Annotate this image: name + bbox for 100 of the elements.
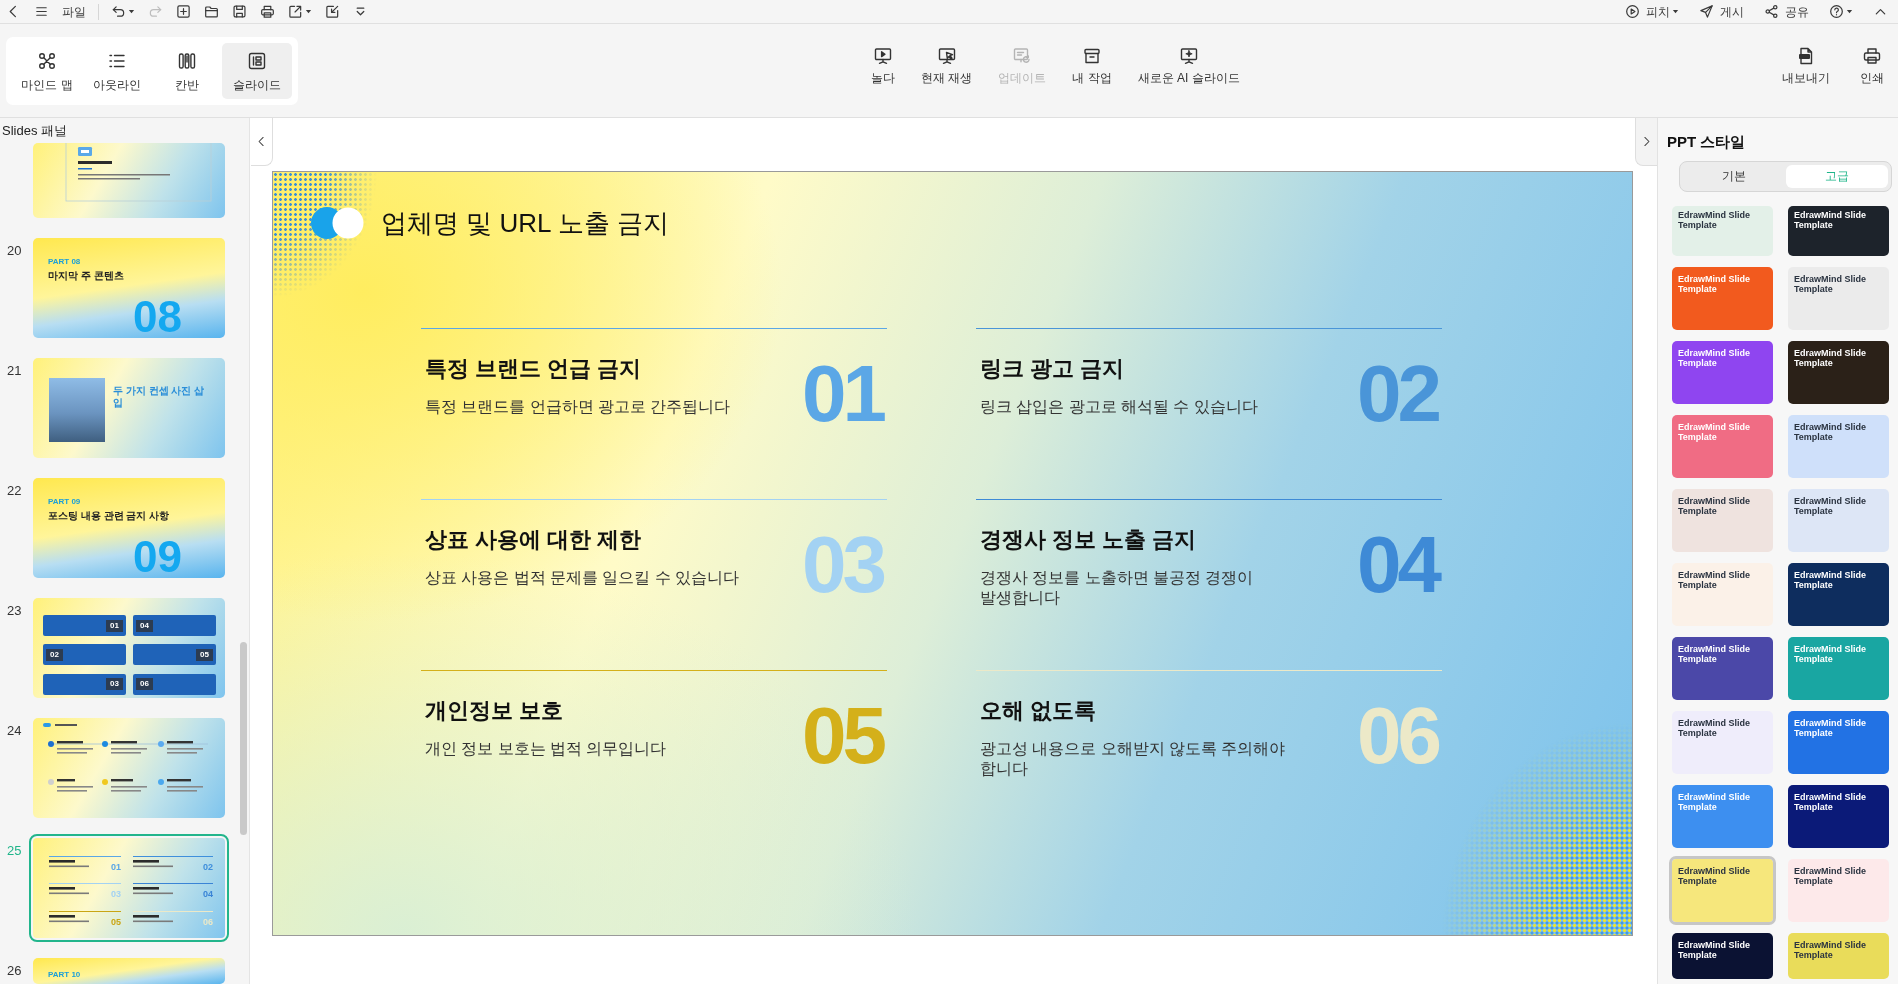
- template-title: EdrawMind Slide Template: [1794, 348, 1867, 368]
- template-thumbnail[interactable]: EdrawMind Slide Template: [1672, 341, 1773, 404]
- item-description: 상표 사용은 법적 문제를 일으킬 수 있습니다: [425, 568, 739, 588]
- template-thumbnail[interactable]: EdrawMind Slide Template: [1788, 489, 1889, 552]
- template-thumbnail[interactable]: EdrawMind Slide Template: [1788, 711, 1889, 774]
- caret-down-icon: [305, 8, 312, 15]
- slide-thumbnail[interactable]: [33, 143, 225, 218]
- item-number: 03: [802, 525, 885, 605]
- template-thumbnail[interactable]: EdrawMind Slide Template: [1788, 785, 1889, 848]
- template-thumbnail[interactable]: EdrawMind Slide Template: [1672, 637, 1773, 700]
- presentation-refresh-icon: [1012, 46, 1033, 66]
- toolbar-button[interactable]: 현재 재생: [915, 44, 979, 87]
- thumbnail-number: 05: [111, 916, 121, 928]
- scrollbar-thumb[interactable]: [240, 642, 247, 835]
- kanban-icon: [177, 51, 197, 71]
- slide-number: 24: [7, 722, 23, 740]
- template-thumbnail[interactable]: EdrawMind Slide Template: [1788, 563, 1889, 626]
- export-button[interactable]: 내보내기: [1776, 44, 1836, 87]
- thumbnail-label: PART 09: [48, 497, 82, 507]
- presentation-cursor-icon: [936, 46, 957, 66]
- save-icon: [232, 4, 247, 19]
- share-button[interactable]: 공유: [1758, 0, 1815, 23]
- export-icon: [288, 4, 303, 19]
- pitch-button[interactable]: 피치: [1619, 0, 1685, 23]
- item-title: 링크 광고 금지: [980, 355, 1126, 383]
- slide-title: 업체명 및 URL 노출 금지: [381, 207, 669, 239]
- item-description: 광고성 내용으로 오해받지 않도록 주의해야 합니다: [980, 739, 1287, 779]
- item-title: 오해 없도록: [980, 697, 1098, 725]
- item-number: 04: [1357, 525, 1441, 605]
- thumbnail-number: 03: [111, 889, 121, 901]
- toolbar-button[interactable]: 새로운 AI 슬라이드: [1131, 44, 1246, 87]
- thumbnail-title: 두 가지 컨셉 사진 삽입: [113, 385, 206, 410]
- toolbar-button[interactable]: 내 작업: [1066, 44, 1118, 87]
- folder-icon: [204, 4, 219, 19]
- thumbnail-number: 08: [133, 295, 183, 338]
- share-icon: [1764, 4, 1779, 19]
- redo-icon: [148, 4, 163, 19]
- slide-number: 25: [7, 842, 23, 860]
- thumbnail-number: 02: [46, 648, 63, 661]
- text-lines-drawing: [133, 914, 173, 924]
- archive-box-icon: [1082, 46, 1102, 66]
- thumbnail-number: 04: [136, 619, 153, 632]
- slide-thumbnail[interactable]: [33, 718, 225, 818]
- thumbnail-number: 02: [203, 862, 213, 873]
- template-title: EdrawMind Slide Template: [1678, 718, 1751, 738]
- template-thumbnail[interactable]: EdrawMind Slide Template: [1788, 933, 1889, 979]
- photo-placeholder: [49, 378, 105, 442]
- publish-button[interactable]: 게시: [1693, 0, 1750, 23]
- template-title: EdrawMind Slide Template: [1794, 792, 1867, 812]
- template-thumbnail[interactable]: EdrawMind Slide Template: [1788, 267, 1889, 330]
- template-thumbnail[interactable]: EdrawMind Slide Template: [1788, 415, 1889, 478]
- view-tab[interactable]: 마인드 맵: [12, 43, 82, 99]
- item-description: 개인 정보 보호는 법적 의무입니다: [425, 739, 667, 759]
- slide-number: 21: [7, 362, 23, 380]
- slide-thumbnail[interactable]: PART 09 포스팅 내용 관련 금지 사항 09: [33, 478, 225, 578]
- slide-thumbnail[interactable]: PART 08 마지막 주 콘텐츠 08: [33, 238, 225, 338]
- square-arrow-in-icon: [325, 4, 340, 19]
- template-title: EdrawMind Slide Template: [1794, 866, 1867, 886]
- template-thumbnail[interactable]: EdrawMind Slide Template: [1672, 933, 1773, 979]
- view-tab[interactable]: 아웃라인: [82, 43, 152, 99]
- template-title: EdrawMind Slide Template: [1678, 274, 1751, 294]
- template-thumbnail[interactable]: EdrawMind Slide Template: [1672, 563, 1773, 626]
- panel-title: Slides 패널: [1, 122, 69, 140]
- item-title: 상표 사용에 대한 제한: [425, 526, 643, 554]
- thumbnail-number: 06: [203, 916, 213, 928]
- template-thumbnail[interactable]: EdrawMind Slide Template: [1669, 856, 1776, 925]
- caret-down-icon: [1846, 8, 1853, 15]
- template-title: EdrawMind Slide Template: [1678, 496, 1751, 516]
- toolbar-button[interactable]: 놀다: [865, 44, 901, 87]
- play-circle-icon: [1625, 4, 1640, 19]
- item-description: 링크 삽입은 광고로 해석될 수 있습니다: [980, 397, 1258, 417]
- view-tab[interactable]: 칸반: [152, 43, 222, 99]
- send-icon: [1699, 4, 1714, 19]
- template-thumbnail[interactable]: EdrawMind Slide Template: [1672, 711, 1773, 774]
- thumbnail-number: 01: [106, 619, 123, 632]
- thumbnail-number: 01: [111, 862, 121, 873]
- printer-icon: [1862, 46, 1882, 66]
- template-thumbnail[interactable]: EdrawMind Slide Template: [1788, 341, 1889, 404]
- thumbnail-number: 04: [203, 889, 213, 901]
- slide-number: 23: [7, 602, 23, 620]
- template-title: EdrawMind Slide Template: [1678, 348, 1751, 368]
- template-title: EdrawMind Slide Template: [1678, 422, 1751, 442]
- print-button[interactable]: 인쇄: [1854, 44, 1890, 87]
- view-tab[interactable]: 슬라이드: [222, 43, 292, 99]
- template-thumbnail[interactable]: EdrawMind Slide Template: [1788, 206, 1889, 256]
- slide-number: 26: [7, 962, 23, 980]
- text-lines-drawing: [49, 914, 89, 924]
- template-title: EdrawMind Slide Template: [1794, 570, 1867, 590]
- printer-icon: [260, 4, 275, 19]
- text-lines-drawing: [133, 860, 173, 869]
- text-lines-drawing: [49, 860, 89, 869]
- template-thumbnail[interactable]: EdrawMind Slide Template: [1672, 206, 1773, 256]
- text-lines-drawing: [49, 887, 89, 897]
- template-thumbnail[interactable]: EdrawMind Slide Template: [1672, 489, 1773, 552]
- presentation-play-icon: [873, 46, 893, 66]
- style-tab[interactable]: 기본: [1683, 165, 1786, 188]
- template-thumbnail[interactable]: EdrawMind Slide Template: [1788, 859, 1889, 922]
- thumbnail-number: 09: [133, 535, 183, 578]
- slide-thumbnail[interactable]: 01 04 02 05 03 06: [33, 598, 225, 698]
- file-menu[interactable]: 파일: [56, 0, 92, 23]
